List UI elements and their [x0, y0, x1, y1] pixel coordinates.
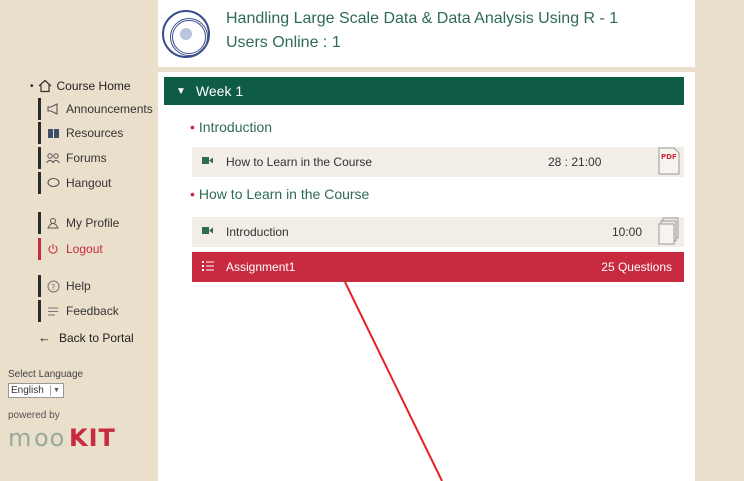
users-online-count: Users Online : 1 [226, 34, 341, 51]
section-title-label: How to Learn in the Course [198, 186, 370, 202]
assignment-row[interactable]: Assignment1 25 Questions [192, 252, 684, 282]
nav-bar [38, 98, 41, 120]
documents-icon[interactable] [658, 217, 680, 248]
section-title: • Introduction [190, 119, 272, 135]
sidebar-item-feedback[interactable]: Feedback [38, 300, 119, 322]
sidebar-item-course-home[interactable]: • Course Home [30, 76, 131, 96]
nav-bar [38, 275, 41, 297]
institute-logo-icon [162, 10, 210, 58]
sidebar-item-logout[interactable]: Logout [38, 238, 103, 260]
home-icon [38, 79, 51, 93]
sidebar-item-label: Forums [66, 151, 107, 165]
sidebar-item-label: Announcements [66, 102, 153, 116]
list-icon [202, 260, 214, 274]
week-title: Week 1 [195, 83, 244, 99]
section-title: • How to Learn in the Course [190, 186, 369, 202]
course-content: ▼ Week 1 • Introduction How to Learn in t… [158, 72, 695, 481]
week-header[interactable]: ▼ Week 1 [164, 77, 684, 105]
sidebar-item-announcements[interactable]: Announcements [38, 98, 153, 120]
powered-by-label: powered by [8, 410, 60, 421]
help-icon: ? [46, 279, 60, 293]
chevron-down-icon: ▼ [50, 385, 62, 396]
lecture-duration: 10:00 [611, 225, 642, 239]
sidebar-item-label: Hangout [66, 176, 112, 190]
sidebar-item-my-profile[interactable]: My Profile [38, 212, 119, 234]
people-icon [46, 151, 60, 165]
sidebar-item-help[interactable]: ? Help [38, 275, 91, 297]
sidebar: • Course Home Announcements Resources Fo… [0, 72, 158, 481]
language-value: English [11, 385, 44, 396]
active-dot-icon: • [30, 80, 34, 92]
nav-bar [38, 122, 41, 144]
back-to-portal-label: Back to Portal [59, 330, 134, 345]
lecture-title: How to Learn in the Course [226, 155, 373, 169]
sidebar-item-label: Course Home [56, 79, 131, 93]
course-title: Handling Large Scale Data & Data Analysi… [226, 10, 619, 27]
pdf-icon[interactable]: PDF [658, 147, 680, 178]
nav-bar [38, 300, 41, 322]
bullet-icon: • [190, 186, 195, 202]
sidebar-item-resources[interactable]: Resources [38, 122, 123, 144]
user-icon [46, 216, 60, 230]
svg-text:PDF: PDF [661, 153, 677, 161]
svg-text:?: ? [51, 283, 55, 292]
mookit-logo: m oo KIT [8, 424, 132, 457]
lecture-row[interactable]: How to Learn in the Course 28 : 21:00 PD… [192, 147, 684, 177]
svg-text:oo: oo [34, 424, 65, 450]
power-icon [46, 242, 60, 256]
arrow-left-icon: ← [38, 330, 51, 345]
assignment-question-count: 25 Questions [601, 260, 672, 274]
mookit-logo-icon: m oo KIT [8, 424, 116, 452]
book-icon [46, 126, 60, 140]
feedback-icon [46, 304, 60, 318]
sidebar-item-label: Resources [66, 126, 124, 140]
svg-text:KIT: KIT [69, 424, 116, 450]
sidebar-item-label: Feedback [66, 304, 119, 318]
sidebar-item-hangout[interactable]: Hangout [38, 172, 111, 194]
assignment-title: Assignment1 [226, 260, 296, 274]
sidebar-item-label: Logout [66, 242, 103, 256]
nav-bar [38, 238, 41, 260]
sidebar-item-forums[interactable]: Forums [38, 147, 107, 169]
sidebar-item-label: My Profile [66, 216, 120, 230]
chat-icon [46, 176, 60, 190]
svg-text:m: m [8, 424, 32, 450]
nav-bar [38, 172, 41, 194]
lecture-row[interactable]: Introduction 10:00 [192, 217, 684, 247]
select-language-label: Select Language [8, 369, 84, 380]
lecture-title: Introduction [226, 225, 289, 239]
language-select[interactable]: English ▼ [8, 383, 64, 398]
megaphone-icon [46, 102, 60, 116]
video-camera-icon [202, 156, 214, 168]
video-camera-icon [202, 226, 214, 238]
back-to-portal-link[interactable]: ← Back to Portal [38, 330, 134, 345]
sidebar-item-label: Help [66, 279, 91, 293]
course-header: Handling Large Scale Data & Data Analysi… [158, 0, 695, 67]
bullet-icon: • [190, 119, 195, 135]
section-title-label: Introduction [198, 119, 273, 135]
nav-bar [38, 147, 41, 169]
collapse-triangle-icon: ▼ [176, 85, 186, 97]
lecture-duration: 28 : 21:00 [548, 155, 602, 169]
nav-bar [38, 212, 41, 234]
